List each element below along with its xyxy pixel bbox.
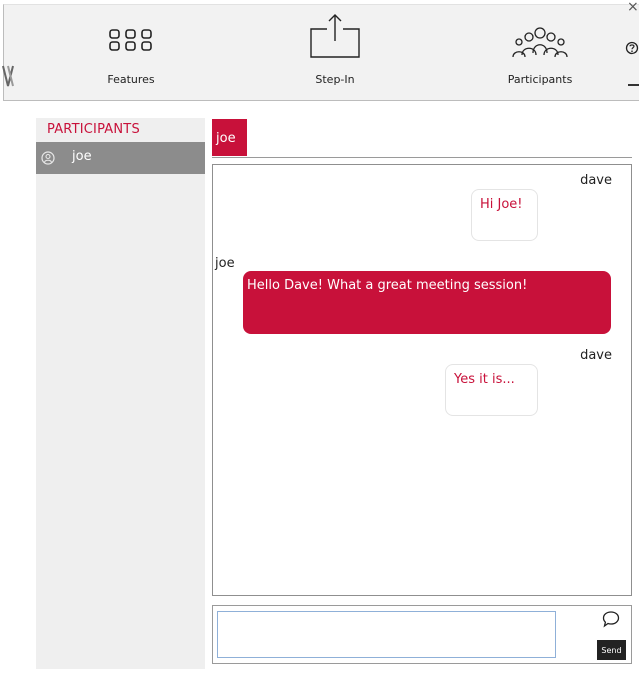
participant-name: joe	[72, 149, 92, 164]
message-sender: dave	[580, 348, 612, 363]
chat-bubble-icon[interactable]	[602, 610, 620, 628]
tab-label: joe	[216, 131, 236, 146]
message-input[interactable]	[217, 611, 556, 658]
participants-button[interactable]: Participants	[500, 5, 580, 97]
message-sender: joe	[215, 256, 235, 271]
brand-logo	[2, 65, 14, 87]
participants-label: Participants	[507, 73, 573, 86]
message-sender: dave	[580, 173, 612, 188]
message-bubble-incoming: Hi Joe!	[471, 189, 538, 241]
tab-joe[interactable]: joe	[212, 119, 247, 156]
message-list[interactable]: dave Hi Joe! joe Hello Dave! What a grea…	[212, 164, 632, 596]
features-label: Features	[107, 73, 155, 86]
features-button[interactable]: Features	[96, 5, 166, 97]
grid-icon	[109, 29, 152, 51]
step-in-label: Step-In	[315, 73, 355, 86]
minimize-icon[interactable]	[628, 84, 639, 86]
user-icon	[41, 151, 55, 165]
message-text: Yes it is...	[454, 372, 515, 387]
people-group-icon	[512, 27, 568, 58]
message-text: Hi Joe!	[480, 197, 523, 212]
help-icon[interactable]	[625, 41, 639, 55]
top-toolbar: Features Step-In Participants ×	[0, 0, 639, 101]
participant-item-joe[interactable]: joe	[36, 142, 205, 174]
message-bubble-incoming: Yes it is...	[445, 364, 538, 416]
message-composer: Send	[212, 605, 632, 664]
send-button[interactable]: Send	[597, 640, 626, 660]
participants-sidebar: PARTICIPANTS joe	[36, 118, 205, 669]
step-in-button[interactable]: Step-In	[295, 5, 375, 97]
message-text: Hello Dave! What a great meeting session…	[247, 278, 528, 293]
close-icon[interactable]: ×	[627, 0, 639, 14]
tab-divider	[212, 157, 632, 158]
share-upload-icon	[310, 14, 360, 58]
message-bubble-outgoing: Hello Dave! What a great meeting session…	[243, 271, 611, 334]
sidebar-title: PARTICIPANTS	[47, 122, 140, 137]
